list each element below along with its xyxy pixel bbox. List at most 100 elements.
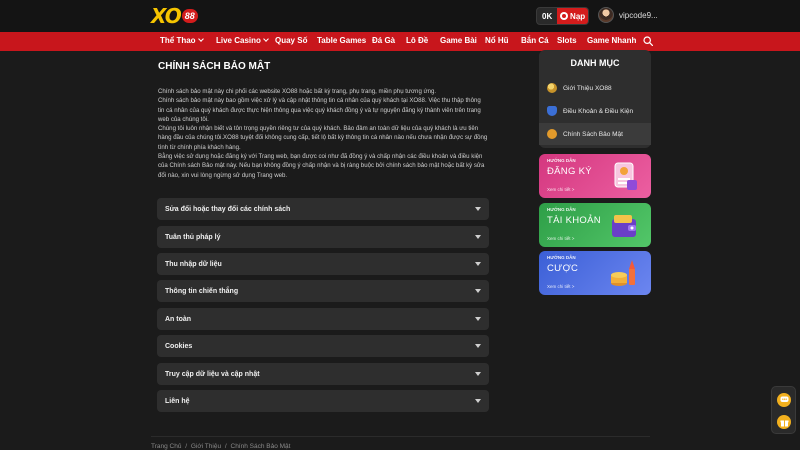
- promo-card-dang-ky[interactable]: HƯỚNG DẪN ĐĂNG KÝ Xem chi tiết >: [539, 154, 651, 198]
- accordion-item[interactable]: Thu nhập dữ liệu: [157, 253, 489, 275]
- nav-item-slots[interactable]: Slots: [557, 36, 577, 45]
- caret-down-icon: [475, 235, 481, 239]
- lock-icon: [547, 129, 557, 139]
- caret-down-icon: [475, 399, 481, 403]
- nav-item-ban-ca[interactable]: Bắn Cá: [521, 36, 549, 45]
- chevron-down-icon: [197, 36, 204, 42]
- menu-item-label: Giới Thiệu XO88: [563, 84, 612, 92]
- promo-link[interactable]: Xem chi tiết >: [547, 236, 574, 241]
- accordion-label: An toàn: [165, 315, 192, 323]
- accordion-item[interactable]: Liên hệ: [157, 390, 489, 412]
- nav-label: Nổ Hũ: [485, 36, 509, 45]
- site-logo[interactable]: XO 88: [151, 4, 213, 28]
- breadcrumb: Trang Chủ / Giới Thiệu / Chính Sách Bảo …: [151, 443, 292, 450]
- accordion-label: Cookies: [165, 342, 193, 350]
- floating-actions: [771, 386, 796, 434]
- chat-icon[interactable]: [777, 393, 791, 407]
- logo-badge: 88: [181, 9, 198, 23]
- nav-label: Bắn Cá: [521, 36, 549, 45]
- coin-stack-icon: [611, 260, 635, 286]
- deposit-button[interactable]: Nạp: [557, 8, 588, 24]
- caret-down-icon: [475, 289, 481, 293]
- accordion-label: Liên hệ: [165, 397, 190, 405]
- promo-title: TÀI KHOẢN: [547, 215, 601, 226]
- breadcrumb-separator: /: [185, 443, 188, 450]
- accordion-label: Thu nhập dữ liệu: [165, 260, 222, 268]
- accordion-item[interactable]: Truy cập dữ liệu và cập nhật: [157, 363, 489, 385]
- accordion-item[interactable]: Tuân thủ pháp lý: [157, 226, 489, 248]
- caret-down-icon: [475, 317, 481, 321]
- accordion-item[interactable]: Thông tin chiến thắng: [157, 280, 489, 302]
- top-header: XO 88 0K Nạp vipcode9...: [0, 0, 800, 32]
- accordion-label: Tuân thủ pháp lý: [165, 233, 221, 241]
- chevron-down-icon: [263, 36, 269, 42]
- nav-label: Game Nhanh: [587, 36, 637, 45]
- nav-item-live-casino[interactable]: Live Casino: [216, 36, 269, 45]
- page-title: CHÍNH SÁCH BẢO MẬT: [158, 61, 271, 72]
- nav-item-lo-de[interactable]: Lô Đề: [406, 36, 428, 45]
- wallet: 0K Nạp: [536, 7, 589, 25]
- nav-label: Slots: [557, 36, 577, 45]
- avatar[interactable]: [598, 7, 614, 23]
- wallet-balance: 0K: [542, 11, 553, 21]
- promo-link[interactable]: Xem chi tiết >: [547, 187, 574, 192]
- nav-item-table-games[interactable]: Table Games: [317, 36, 366, 45]
- breadcrumb-item-home[interactable]: Trang Chủ: [151, 443, 181, 450]
- policy-intro: Chính sách bảo mật này chi phối các webs…: [158, 87, 488, 180]
- caret-down-icon: [475, 344, 481, 348]
- accordion-label: Sửa đổi hoặc thay đổi các chính sách: [165, 205, 291, 213]
- category-menu: DANH MỤC Giới Thiệu XO88 Điều Khoản & Đi…: [539, 50, 651, 148]
- menu-item-label: Chính Sách Bảo Mật: [563, 130, 623, 138]
- wallet-icon: [612, 215, 636, 237]
- logo-text: XO: [151, 4, 182, 28]
- caret-down-icon: [475, 372, 481, 376]
- nav-label: Table Games: [317, 36, 367, 45]
- menu-item-dieu-khoan[interactable]: Điều Khoản & Điều Kiện: [539, 100, 651, 122]
- menu-item-label: Điều Khoản & Điều Kiện: [563, 107, 634, 115]
- promo-subtitle: HƯỚNG DẪN: [547, 207, 576, 212]
- search-icon[interactable]: [643, 36, 653, 46]
- nav-item-the-thao[interactable]: Thể Thao: [160, 36, 204, 45]
- intro-paragraph: Chính sách bảo mật này bao gồm việc xử l…: [158, 97, 481, 123]
- nav-item-game-bai[interactable]: Game Bài: [440, 36, 477, 45]
- nav-item-game-nhanh[interactable]: Game Nhanh: [587, 36, 636, 45]
- nav-item-no-hu[interactable]: Nổ Hũ: [485, 36, 509, 45]
- gift-icon[interactable]: [777, 415, 791, 429]
- main-nav: Thể Thao Live Casino Quay Số Table Games…: [0, 32, 800, 51]
- breadcrumb-separator: /: [224, 443, 227, 450]
- menu-item-gioi-thieu[interactable]: Giới Thiệu XO88: [539, 77, 651, 99]
- promo-link[interactable]: Xem chi tiết >: [547, 284, 574, 289]
- breadcrumb-item-about[interactable]: Giới Thiệu: [191, 443, 221, 450]
- intro-paragraph: Bằng việc sử dụng hoặc đăng ký với Trang…: [158, 153, 485, 179]
- promo-title: CƯỢC: [547, 263, 579, 274]
- nav-label: Thể Thao: [160, 36, 196, 45]
- accordion-label: Truy cập dữ liệu và cập nhật: [165, 370, 260, 378]
- register-form-icon: [614, 162, 637, 190]
- nav-label: Đá Gà: [372, 36, 396, 45]
- accordion-item[interactable]: Cookies: [157, 335, 489, 357]
- nav-item-quay-so[interactable]: Quay Số: [275, 36, 307, 45]
- shield-icon: [547, 106, 557, 116]
- gold-coin-icon: [547, 83, 557, 93]
- caret-down-icon: [475, 207, 481, 211]
- username[interactable]: vipcode9...: [619, 11, 658, 20]
- promo-card-cuoc[interactable]: HƯỚNG DẪN CƯỢC Xem chi tiết >: [539, 251, 651, 295]
- caret-down-icon: [475, 262, 481, 266]
- promo-subtitle: HƯỚNG DẪN: [547, 255, 576, 260]
- deposit-label: Nạp: [570, 11, 586, 21]
- footer-divider: [151, 436, 650, 437]
- nav-label: Lô Đề: [406, 36, 429, 45]
- breadcrumb-item-current: Chính Sách Bảo Mật: [230, 443, 291, 450]
- nav-label: Live Casino: [216, 36, 261, 45]
- promo-subtitle: HƯỚNG DẪN: [547, 158, 576, 163]
- deposit-icon: [560, 12, 569, 20]
- accordion-item[interactable]: Sửa đổi hoặc thay đổi các chính sách: [157, 198, 489, 220]
- accordion-item[interactable]: An toàn: [157, 308, 489, 330]
- menu-item-chinh-sach[interactable]: Chính Sách Bảo Mật: [539, 123, 651, 145]
- nav-item-da-ga[interactable]: Đá Gà: [372, 36, 395, 45]
- promo-title: ĐĂNG KÝ: [547, 166, 592, 177]
- promo-card-tai-khoan[interactable]: HƯỚNG DẪN TÀI KHOẢN Xem chi tiết >: [539, 203, 651, 247]
- nav-label: Quay Số: [275, 36, 308, 45]
- intro-paragraph: Chính sách bảo mật này chi phối các webs…: [158, 88, 437, 95]
- accordion-label: Thông tin chiến thắng: [165, 287, 239, 295]
